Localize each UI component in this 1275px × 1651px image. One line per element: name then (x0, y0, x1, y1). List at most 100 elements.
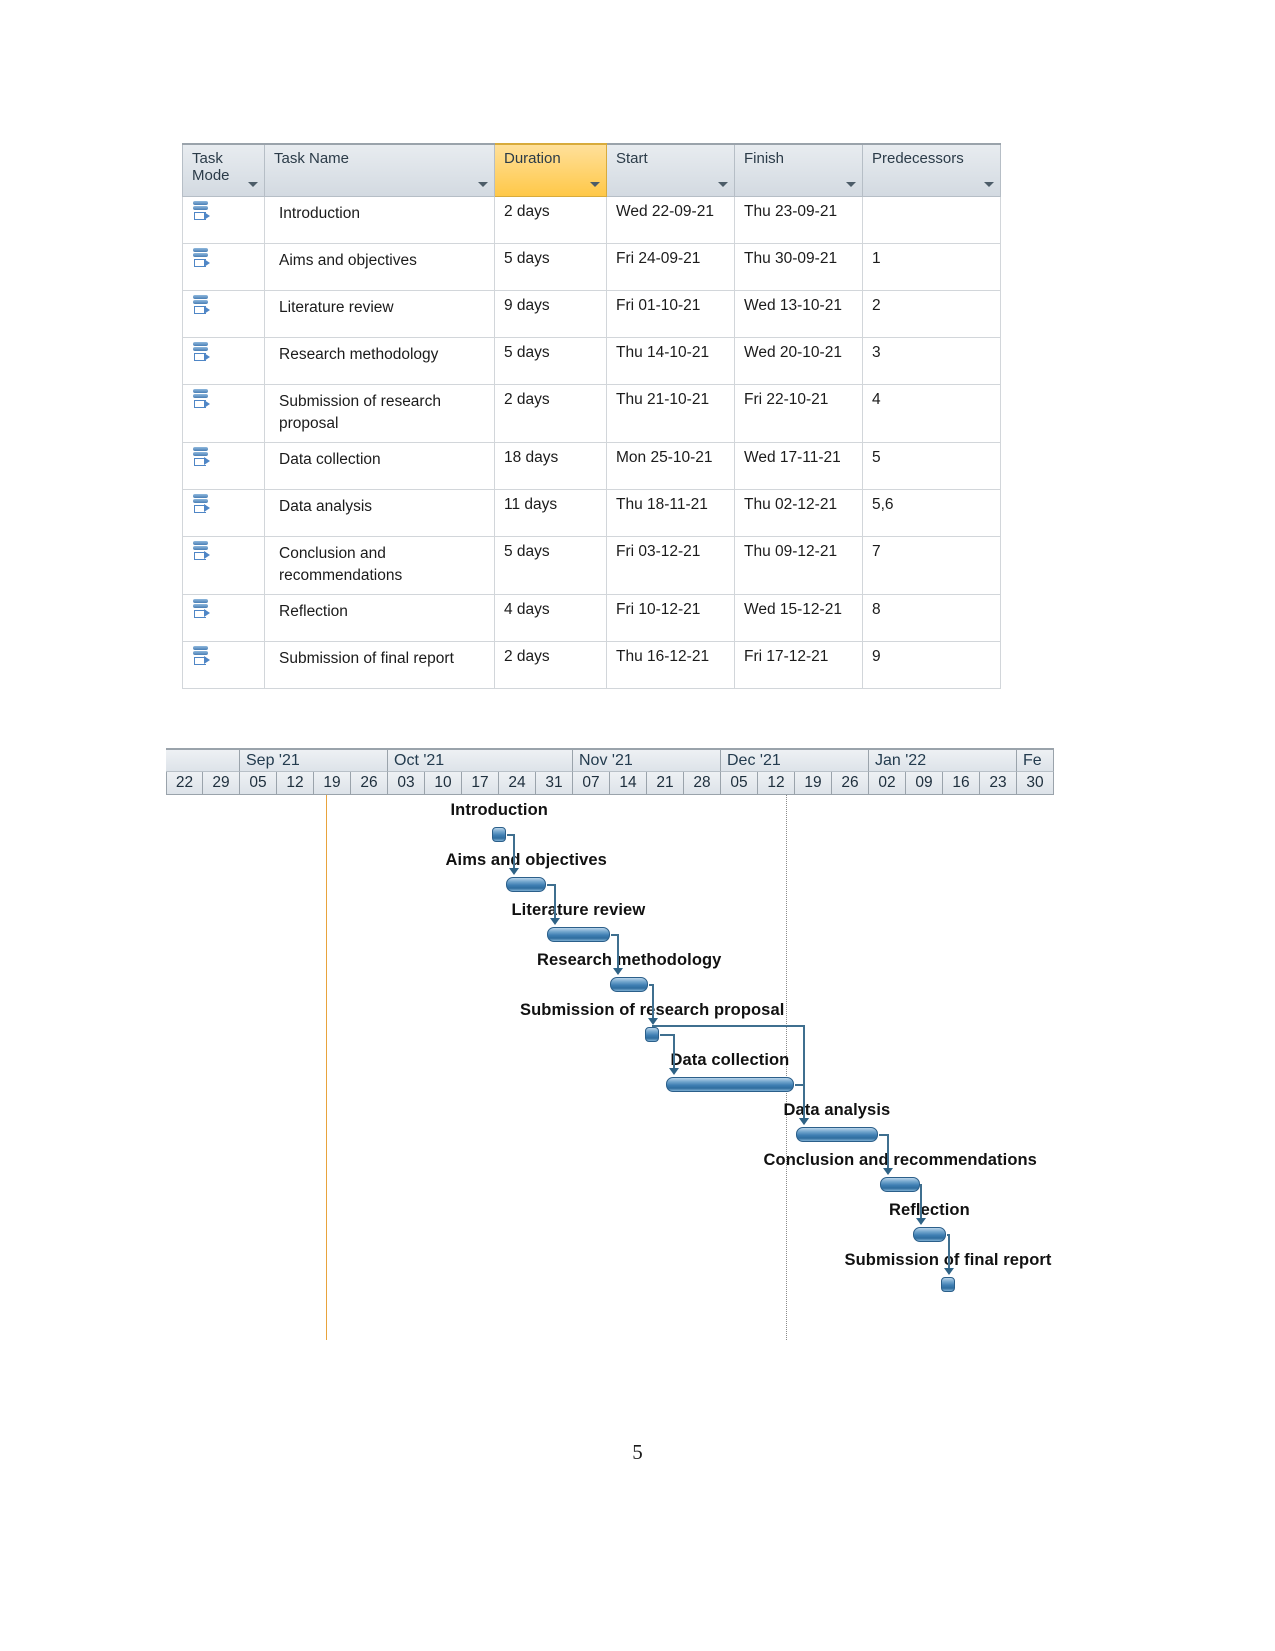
table-row[interactable]: Submission of final report 2 days Thu 16-1… (182, 640, 1001, 689)
task-mode-cell[interactable] (182, 196, 265, 244)
predecessors-cell[interactable]: 1 (862, 243, 1001, 291)
chevron-down-icon[interactable] (718, 182, 728, 187)
dependency-arrow-icon (668, 1068, 679, 1075)
task-mode-cell[interactable] (182, 243, 265, 291)
task-name-cell[interactable]: Research methodology (264, 337, 495, 385)
table-row[interactable]: Data collection 18 days Mon 25-10-21 Wed 17… (182, 441, 1001, 490)
gantt-bar[interactable] (941, 1277, 955, 1292)
chevron-down-icon[interactable] (590, 182, 600, 187)
start-date-cell[interactable]: Thu 16-12-21 (606, 640, 735, 689)
finish-date-cell[interactable]: Wed 15-12-21 (734, 593, 863, 642)
start-date-cell[interactable]: Wed 22-09-21 (606, 196, 735, 244)
table-row[interactable]: Conclusion and recommendations 5 days Fri … (182, 535, 1001, 595)
chevron-down-icon[interactable] (846, 182, 856, 187)
duration-cell[interactable]: 5 days (494, 337, 607, 385)
task-name-cell[interactable]: Conclusion and recommendations (264, 535, 495, 595)
gantt-day-cell: 23 (980, 772, 1017, 795)
column-header-start[interactable]: Start (606, 143, 735, 197)
gantt-bar[interactable] (610, 977, 648, 992)
start-date-cell[interactable]: Fri 10-12-21 (606, 593, 735, 642)
task-name-cell[interactable]: Aims and objectives (264, 243, 495, 291)
table-row[interactable]: Data analysis 11 days Thu 18-11-21 Thu 02-1… (182, 488, 1001, 537)
gantt-bar[interactable] (506, 877, 546, 892)
finish-date-cell[interactable]: Wed 17-11-21 (734, 441, 863, 490)
task-mode-cell[interactable] (182, 290, 265, 338)
duration-cell[interactable]: 5 days (494, 243, 607, 291)
gantt-bar[interactable] (547, 927, 610, 942)
duration-cell[interactable]: 11 days (494, 488, 607, 537)
duration-cell[interactable]: 5 days (494, 535, 607, 595)
predecessors-cell[interactable]: 8 (862, 593, 1001, 642)
start-date-cell[interactable]: Fri 24-09-21 (606, 243, 735, 291)
task-name-cell[interactable]: Literature review (264, 290, 495, 338)
finish-date-cell[interactable]: Thu 30-09-21 (734, 243, 863, 291)
predecessors-cell[interactable]: 5 (862, 441, 1001, 490)
predecessors-cell[interactable]: 5,6 (862, 488, 1001, 537)
task-name-cell[interactable]: Data collection (264, 441, 495, 490)
start-date-cell[interactable]: Fri 01-10-21 (606, 290, 735, 338)
gantt-bar[interactable] (492, 827, 506, 842)
duration-cell[interactable]: 18 days (494, 441, 607, 490)
table-row[interactable]: Reflection 4 days Fri 10-12-21 Wed 15-12-21… (182, 593, 1001, 642)
table-row[interactable]: Submission of research proposal 2 days Thu… (182, 384, 1001, 443)
start-date-cell[interactable]: Thu 21-10-21 (606, 384, 735, 443)
task-name-cell[interactable]: Reflection (264, 593, 495, 642)
start-date-cell[interactable]: Thu 18-11-21 (606, 488, 735, 537)
column-header-duration[interactable]: Duration (494, 143, 607, 197)
predecessors-cell[interactable]: 9 (862, 640, 1001, 689)
task-mode-cell[interactable] (182, 593, 265, 642)
predecessors-cell[interactable]: 2 (862, 290, 1001, 338)
predecessors-cell[interactable]: 3 (862, 337, 1001, 385)
gantt-bar[interactable] (880, 1177, 920, 1192)
start-date-cell[interactable]: Mon 25-10-21 (606, 441, 735, 490)
dependency-link (803, 1025, 805, 1118)
task-name-cell[interactable]: Submission of research proposal (264, 384, 495, 443)
task-mode-cell[interactable] (182, 488, 265, 537)
column-header-task-name[interactable]: Task Name (264, 143, 495, 197)
gantt-bar[interactable] (645, 1027, 659, 1042)
table-row[interactable]: Literature review 9 days Fri 01-10-21 Wed 1… (182, 290, 1001, 338)
gantt-body: Introduction Aims and objectives Literatur… (166, 795, 1054, 1340)
predecessors-cell[interactable]: 7 (862, 535, 1001, 595)
predecessors-cell[interactable] (862, 196, 1001, 244)
dependency-link (887, 1134, 889, 1168)
chevron-down-icon[interactable] (984, 182, 994, 187)
gantt-bar[interactable] (666, 1077, 794, 1092)
table-row[interactable]: Research methodology 5 days Thu 14-10-21 We… (182, 337, 1001, 385)
duration-cell[interactable]: 2 days (494, 196, 607, 244)
start-date-cell[interactable]: Thu 14-10-21 (606, 337, 735, 385)
finish-date-cell[interactable]: Wed 20-10-21 (734, 337, 863, 385)
task-mode-cell[interactable] (182, 441, 265, 490)
duration-cell[interactable]: 2 days (494, 384, 607, 443)
start-date-cell[interactable]: Fri 03-12-21 (606, 535, 735, 595)
task-name-cell[interactable]: Data analysis (264, 488, 495, 537)
finish-date-cell[interactable]: Thu 23-09-21 (734, 196, 863, 244)
finish-date-cell[interactable]: Thu 02-12-21 (734, 488, 863, 537)
duration-cell[interactable]: 9 days (494, 290, 607, 338)
column-header-finish[interactable]: Finish (734, 143, 863, 197)
chevron-down-icon[interactable] (248, 182, 258, 187)
column-header-predecessors[interactable]: Predecessors (862, 143, 1001, 197)
duration-cell[interactable]: 4 days (494, 593, 607, 642)
table-row[interactable]: Aims and objectives 5 days Fri 24-09-21 Thu… (182, 243, 1001, 291)
task-mode-cell[interactable] (182, 337, 265, 385)
gantt-chart: Sep '21 Oct '21 Nov '21 Dec '21 Jan '22 Fe 22… (166, 748, 1054, 1340)
gantt-bar[interactable] (913, 1227, 946, 1242)
finish-date-cell[interactable]: Wed 13-10-21 (734, 290, 863, 338)
finish-date-cell[interactable]: Fri 22-10-21 (734, 384, 863, 443)
gantt-month-cell: Dec '21 (721, 750, 869, 772)
task-name-cell[interactable]: Introduction (264, 196, 495, 244)
table-row[interactable]: Introduction 2 days Wed 22-09-21 Thu 23-09-… (182, 196, 1001, 244)
gantt-day-cell: 30 (1017, 772, 1054, 795)
task-name-cell[interactable]: Submission of final report (264, 640, 495, 689)
chevron-down-icon[interactable] (478, 182, 488, 187)
finish-date-cell[interactable]: Thu 09-12-21 (734, 535, 863, 595)
predecessors-cell[interactable]: 4 (862, 384, 1001, 443)
column-header-task-mode[interactable]: Task Mode (182, 143, 265, 197)
task-mode-cell[interactable] (182, 640, 265, 689)
duration-cell[interactable]: 2 days (494, 640, 607, 689)
task-mode-cell[interactable] (182, 535, 265, 595)
gantt-bar[interactable] (796, 1127, 878, 1142)
finish-date-cell[interactable]: Fri 17-12-21 (734, 640, 863, 689)
task-mode-cell[interactable] (182, 384, 265, 443)
